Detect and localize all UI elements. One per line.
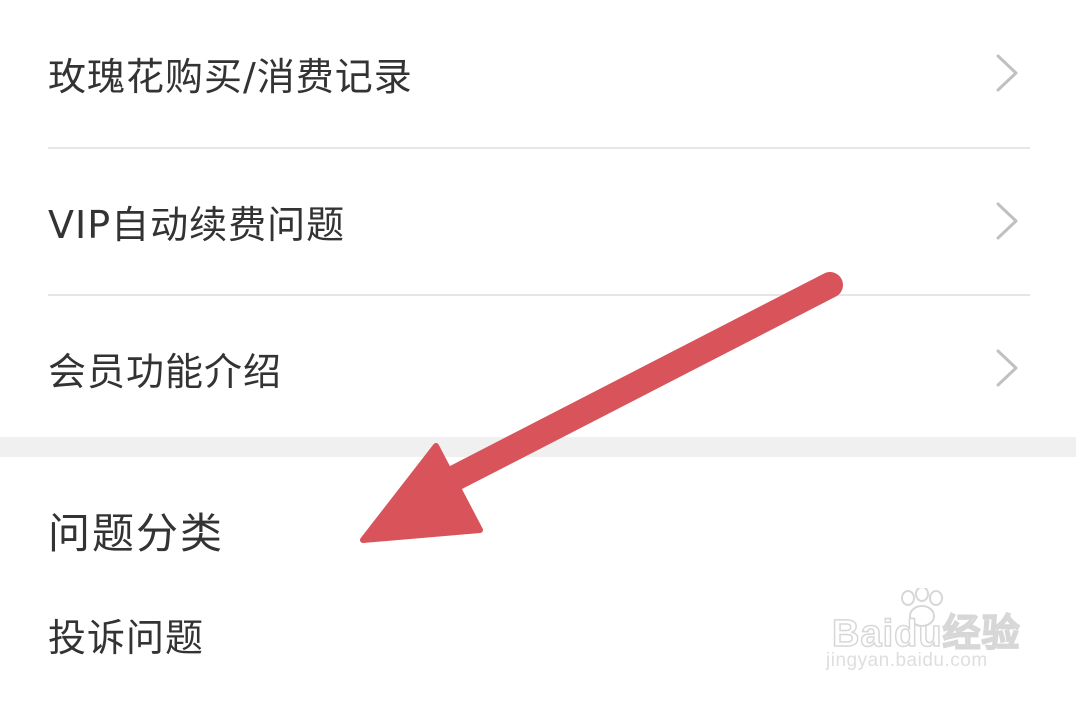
category-item-complaints[interactable]: 投诉问题 <box>48 607 204 662</box>
menu-item-vip-auto-renew[interactable]: VIP自动续费问题 <box>48 148 1030 294</box>
chevron-right-icon <box>996 202 1018 240</box>
menu-item-member-features[interactable]: 会员功能介绍 <box>48 295 1030 441</box>
watermark: Baidu经验 jingyan.baidu.com <box>822 588 1042 684</box>
menu-item-label: 玫瑰花购买/消费记录 <box>48 54 413 99</box>
arrow-head <box>360 443 483 543</box>
chevron-right-icon <box>996 54 1018 92</box>
watermark-url: jingyan.baidu.com <box>826 650 988 671</box>
menu-item-label: 会员功能介绍 <box>48 349 283 394</box>
chevron-right-icon <box>996 349 1018 387</box>
section-separator <box>0 437 1076 457</box>
menu-item-label: VIP自动续费问题 <box>48 202 346 247</box>
section-title: 问题分类 <box>48 509 225 558</box>
menu-item-rose-purchase-records[interactable]: 玫瑰花购买/消费记录 <box>48 0 1030 146</box>
watermark-brand: Baidu经验 <box>831 612 1021 656</box>
